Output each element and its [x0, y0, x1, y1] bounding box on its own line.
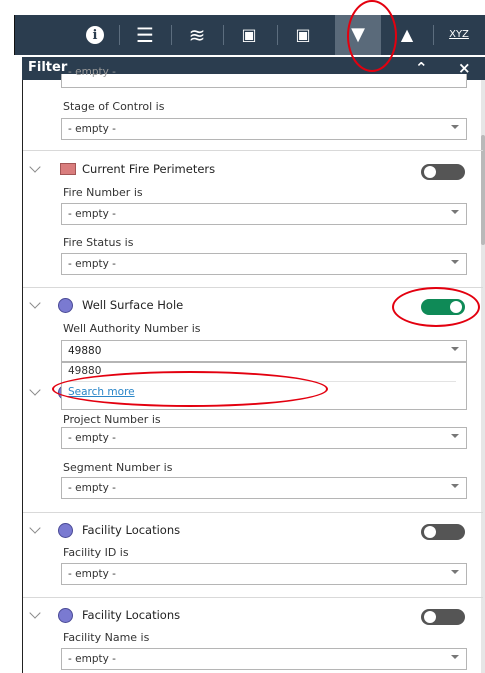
layers-icon: ≋ — [188, 23, 206, 47]
well-authority-label: Well Authority Number is — [63, 322, 201, 335]
layer-name-fire-perimeters: Current Fire Perimeters — [82, 162, 216, 176]
coordinates-icon: XYZ — [449, 29, 469, 40]
toolbar-separator — [433, 25, 434, 45]
filter-icon: ▼ — [351, 24, 365, 45]
toolbar-separator — [171, 25, 172, 45]
query-button[interactable]: ▣ — [227, 15, 271, 55]
toolbar-separator — [223, 25, 224, 45]
facility-id-label: Facility ID is — [63, 546, 129, 559]
chevron-down-icon — [451, 484, 459, 488]
fire-number-select[interactable]: - empty - — [61, 203, 467, 225]
scrollbar-thumb[interactable] — [481, 135, 485, 245]
map-button[interactable]: ▲ — [385, 15, 429, 55]
facility-id-toggle[interactable] — [421, 524, 465, 540]
query-2-icon: ▣ — [295, 25, 311, 44]
section-divider — [23, 150, 483, 151]
chevron-down-icon — [451, 347, 459, 351]
toggle-knob — [424, 166, 436, 178]
fire-perimeter-symbol-icon — [60, 163, 76, 175]
layers-button[interactable]: ≋ — [175, 15, 219, 55]
fire-status-label: Fire Status is — [63, 236, 134, 249]
widget-toolbar: i ☰ ≋ ▣ ▣ ▼ ▲ XYZ — [14, 15, 485, 55]
chevron-down-icon — [451, 434, 459, 438]
well-authority-select[interactable]: 49880 — [61, 340, 467, 362]
dropdown-separator — [68, 381, 456, 382]
info-icon: i — [86, 26, 104, 44]
layer-name-facility-locations: Facility Locations — [82, 608, 181, 622]
segment-number-select[interactable]: - empty - — [61, 477, 467, 499]
query-2-button[interactable]: ▣ — [281, 15, 325, 55]
section-divider — [23, 287, 483, 288]
section-divider — [23, 597, 483, 598]
coordinates-button[interactable]: XYZ — [439, 15, 479, 55]
partial-filter-select[interactable]: - empty - — [61, 66, 467, 88]
map-icon: ▲ — [400, 25, 414, 44]
layer-name-well-surface-hole: Well Surface Hole — [82, 298, 184, 312]
toggle-knob — [450, 301, 462, 313]
chevron-down-icon — [451, 125, 459, 129]
well-surface-symbol-icon — [58, 298, 73, 313]
panel-title: Filter — [28, 60, 68, 75]
search-more-link[interactable]: Search more — [68, 386, 135, 398]
well-surface-toggle[interactable] — [421, 299, 465, 315]
fire-status-select[interactable]: - empty - — [61, 253, 467, 275]
chevron-down-icon — [451, 655, 459, 659]
layer-name-facility-locations: Facility Locations — [82, 523, 181, 537]
query-icon: ▣ — [241, 25, 257, 44]
facility-name-toggle[interactable] — [421, 609, 465, 625]
section-divider — [23, 512, 483, 513]
dropdown-option[interactable]: 49880 — [68, 365, 101, 377]
legend-button[interactable]: ☰ — [123, 15, 167, 55]
stage-of-control-label: Stage of Control is — [63, 100, 165, 113]
fire-perimeters-toggle[interactable] — [421, 164, 465, 180]
filter-button[interactable]: ▼ — [335, 15, 381, 55]
toolbar-separator — [119, 25, 120, 45]
segment-number-label: Segment Number is — [63, 461, 173, 474]
well-authority-dropdown: 49880 Search more — [61, 362, 467, 410]
facility-id-select[interactable]: - empty - — [61, 563, 467, 585]
stage-of-control-select[interactable]: - empty - — [61, 118, 467, 140]
fire-number-label: Fire Number is — [63, 186, 143, 199]
toggle-knob — [424, 611, 436, 623]
chevron-down-icon — [451, 260, 459, 264]
project-number-select[interactable]: - empty - — [61, 427, 467, 449]
list-icon: ☰ — [136, 23, 154, 47]
chevron-down-icon — [451, 210, 459, 214]
facility-name-select[interactable]: - empty - — [61, 648, 467, 670]
toggle-knob — [424, 526, 436, 538]
project-number-label: Project Number is — [63, 413, 161, 426]
chevron-down-icon — [451, 570, 459, 574]
facility-symbol-icon — [58, 523, 73, 538]
facility-symbol-icon — [58, 608, 73, 623]
facility-name-label: Facility Name is — [63, 631, 150, 644]
info-button[interactable]: i — [75, 15, 115, 55]
toolbar-separator — [277, 25, 278, 45]
